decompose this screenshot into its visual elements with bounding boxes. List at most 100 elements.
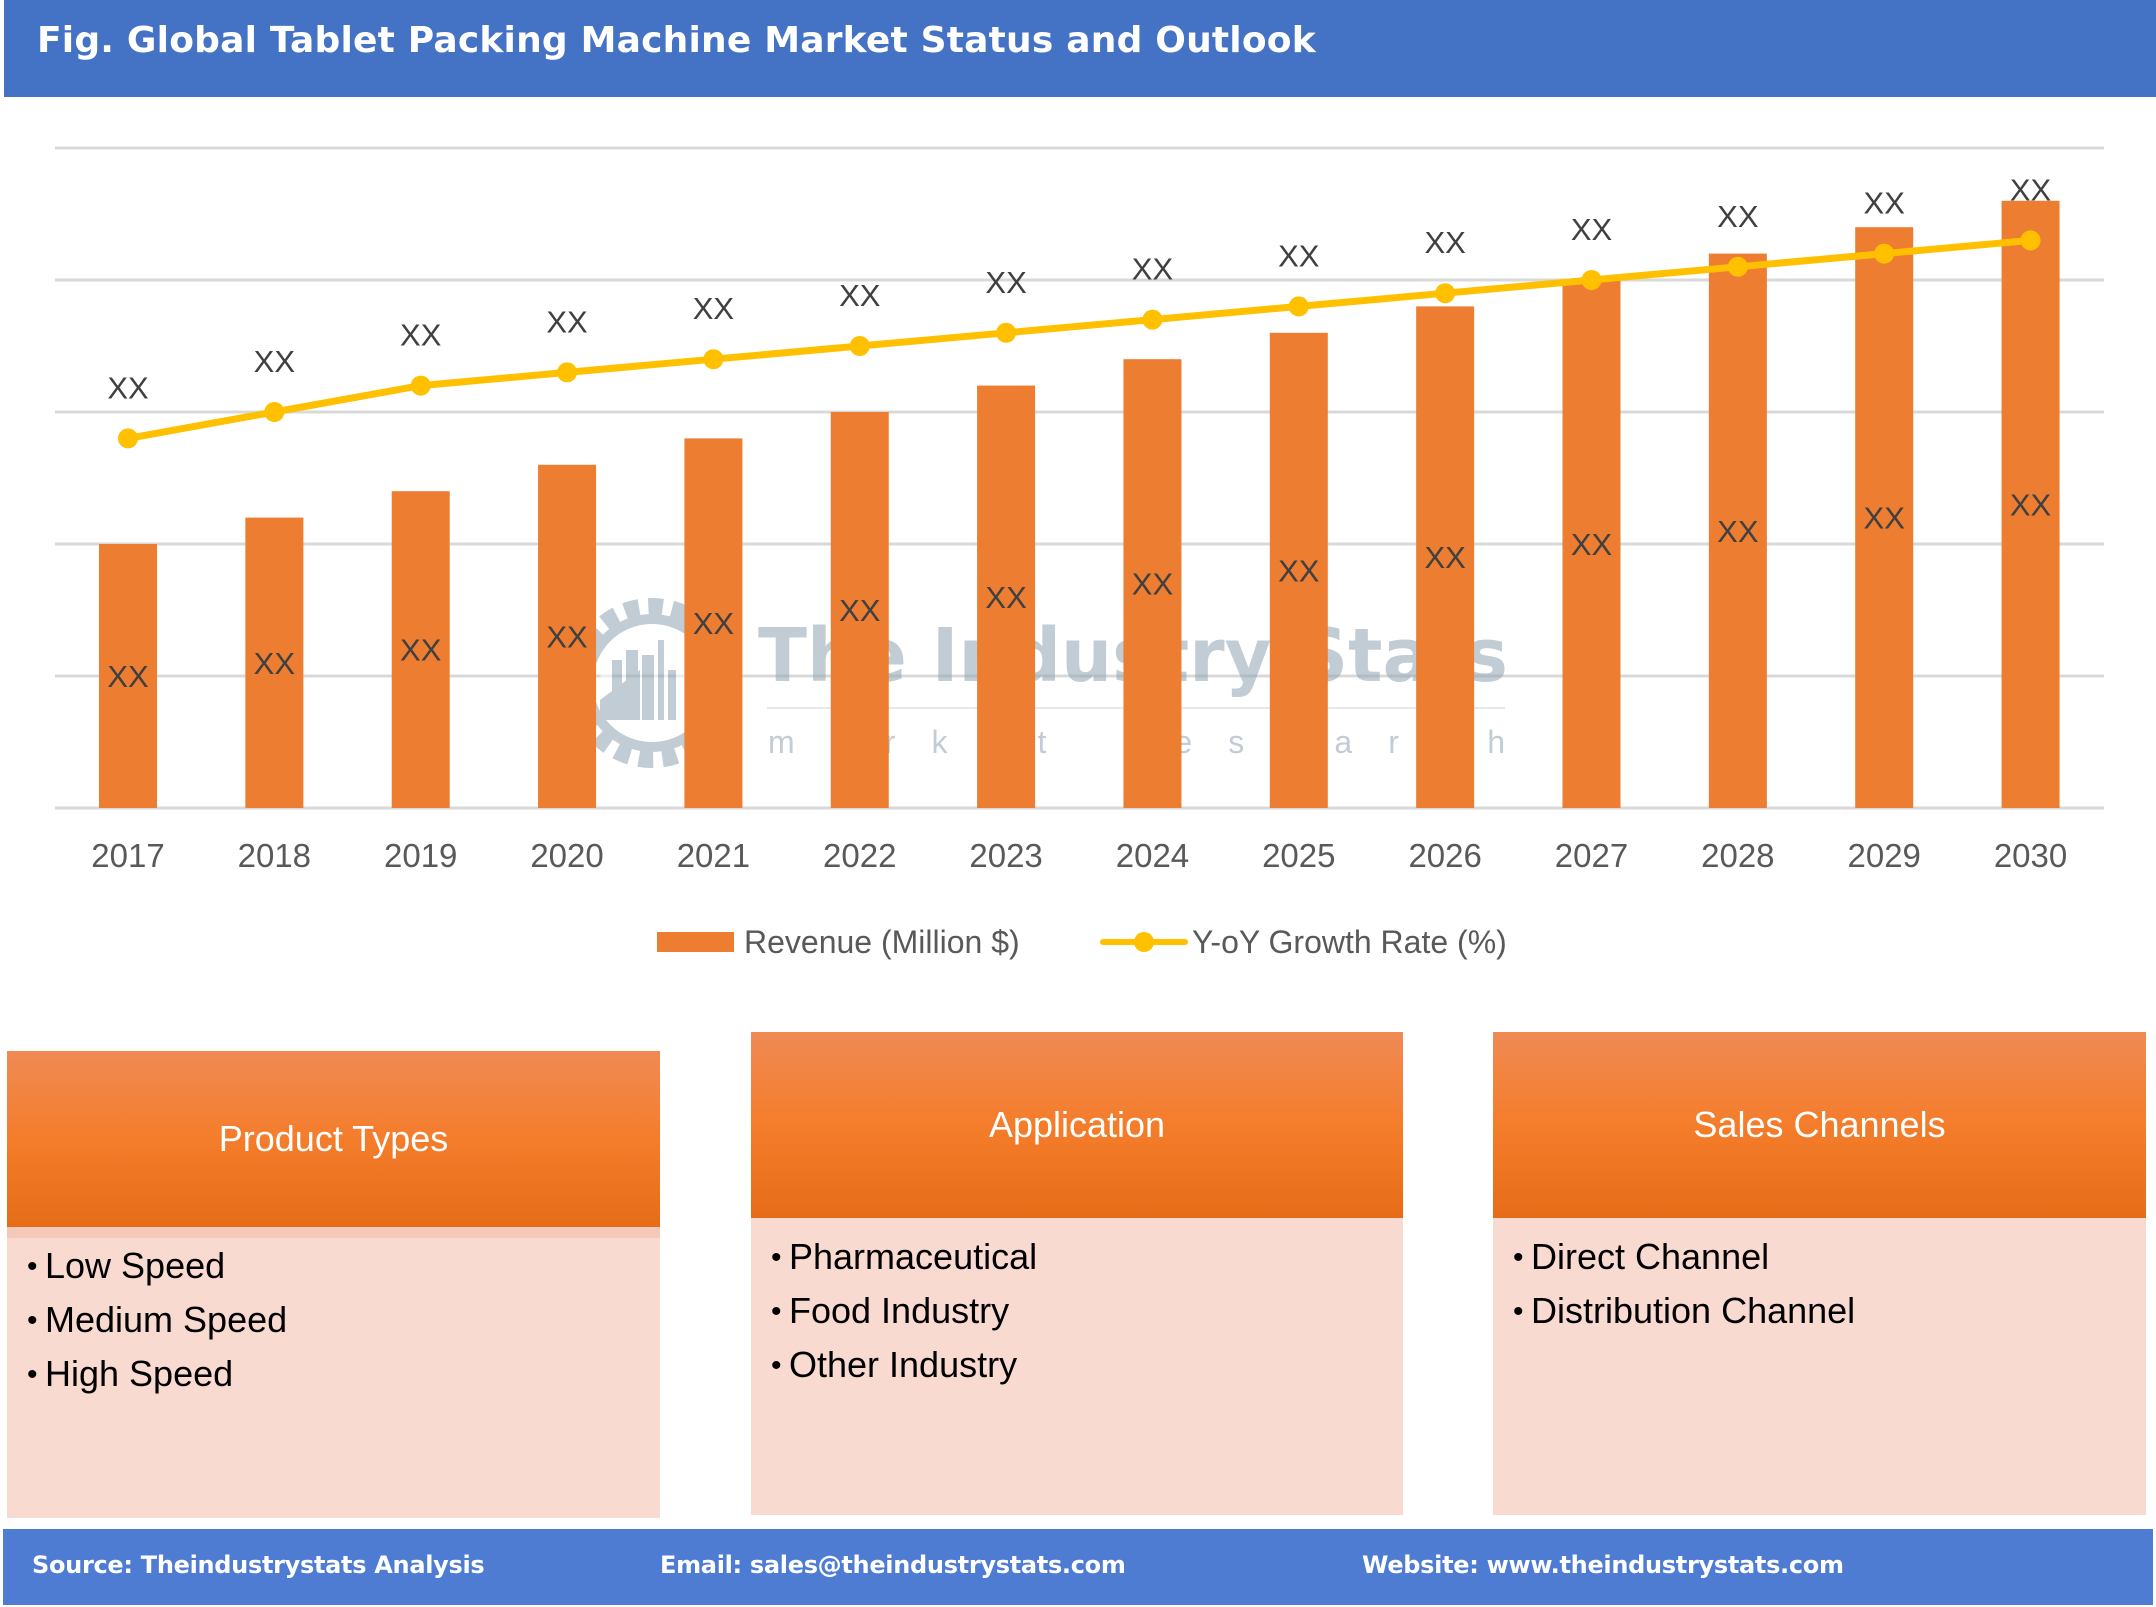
- footer-website-link[interactable]: Website: www.theindustrystats.com: [1362, 1551, 1844, 1579]
- x-tick-label: 2025: [1262, 837, 1335, 874]
- list-item-text: High Speed: [45, 1353, 234, 1394]
- x-axis-labels: 2017 2018 2019 2020 2021 2022 2023 2024 2025 2026…: [91, 837, 2067, 874]
- growth-point-2030: [2020, 230, 2041, 251]
- segment-box-sales-channels: Sales Channels • Direct Channel • Distribu…: [1493, 1032, 2146, 1515]
- bullet-icon: •: [771, 1349, 782, 1382]
- bullet-icon: •: [771, 1241, 782, 1274]
- list-item: • Low Speed: [27, 1239, 287, 1293]
- list-item-text: Other Industry: [789, 1344, 1018, 1385]
- footer-email-link[interactable]: Email: sales@theindustrystats.com: [660, 1551, 1126, 1579]
- bar-data-label: XX: [985, 580, 1027, 615]
- x-tick-label: 2028: [1701, 837, 1774, 874]
- segment-header: Sales Channels: [1493, 1032, 2146, 1218]
- growth-point-2027: [1581, 270, 1602, 290]
- x-tick-label: 2020: [530, 837, 603, 874]
- segment-title: Sales Channels: [1693, 1104, 1946, 1145]
- bar-data-label: XX: [1717, 514, 1759, 549]
- list-item: • Distribution Channel: [1513, 1284, 1855, 1338]
- x-tick-label: 2021: [677, 837, 750, 874]
- growth-point-2029: [1874, 243, 1895, 264]
- bullet-icon: •: [27, 1304, 38, 1337]
- line-marker-icon: [1100, 927, 1188, 957]
- segment-divider: [7, 1227, 660, 1238]
- line-data-label: XX: [1424, 225, 1466, 260]
- footer-source: Source: Theindustrystats Analysis: [32, 1551, 485, 1579]
- list-item: • Direct Channel: [1513, 1230, 1855, 1284]
- list-item-text: Low Speed: [45, 1245, 226, 1286]
- list-item-text: Food Industry: [789, 1290, 1010, 1331]
- x-tick-label: 2017: [91, 837, 164, 874]
- revenue-bars: [99, 200, 2060, 809]
- bullet-icon: •: [1513, 1241, 1524, 1274]
- segment-body: • Low Speed • Medium Speed • High Speed: [7, 1227, 660, 1518]
- legend-item-revenue[interactable]: Revenue (Million $): [657, 912, 1020, 972]
- bar-data-label: XX: [693, 606, 735, 641]
- segment-header: Product Types: [7, 1051, 660, 1227]
- x-tick-label: 2029: [1847, 837, 1920, 874]
- bar-data-label: XX: [1132, 567, 1174, 602]
- x-tick-label: 2022: [823, 837, 896, 874]
- x-tick-label: 2024: [1116, 837, 1189, 874]
- list-item: • Medium Speed: [27, 1293, 287, 1347]
- list-item-text: Distribution Channel: [1531, 1290, 1856, 1331]
- x-tick-label: 2023: [969, 837, 1042, 874]
- legend-label-growth: Y-oY Growth Rate (%): [1192, 923, 1507, 960]
- bullet-icon: •: [27, 1250, 38, 1283]
- growth-point-2028: [1727, 256, 1748, 277]
- list-item-text: Direct Channel: [1531, 1236, 1770, 1277]
- chart-legend: Revenue (Million $) Y-oY Growth Rate (%): [0, 912, 2156, 972]
- bullet-icon: •: [771, 1295, 782, 1328]
- segment-list: • Pharmaceutical • Food Industry • Other In…: [771, 1230, 1037, 1392]
- footer-bar: Source: Theindustrystats Analysis Email:…: [3, 1529, 2153, 1605]
- line-data-label: XX: [1717, 199, 1759, 234]
- bullet-icon: •: [27, 1358, 38, 1391]
- line-data-label: XX: [1278, 238, 1320, 273]
- growth-point-2020: [557, 362, 578, 383]
- list-item: • Pharmaceutical: [771, 1230, 1037, 1284]
- bar-data-label: XX: [546, 619, 588, 654]
- bar-data-label: XX: [400, 633, 442, 668]
- line-data-label: XX: [1132, 252, 1174, 287]
- growth-point-2023: [996, 322, 1017, 343]
- x-tick-label: 2027: [1555, 837, 1628, 874]
- list-item: • Food Industry: [771, 1284, 1037, 1338]
- growth-point-2022: [849, 336, 870, 356]
- growth-point-2017: [118, 428, 138, 449]
- bar-swatch-icon: [657, 932, 734, 952]
- line-data-label: XX: [2010, 172, 2052, 207]
- list-item-text: Pharmaceutical: [789, 1236, 1038, 1277]
- bar-data-label: XX: [2010, 487, 2052, 522]
- growth-point-2019: [410, 375, 431, 396]
- bar-data-label: XX: [254, 646, 296, 681]
- line-data-label: XX: [1864, 186, 1906, 221]
- bar-data-label: XX: [1571, 527, 1613, 562]
- segment-box-product-types: Product Types • Low Speed • Medium Speed •…: [7, 1051, 660, 1518]
- line-data-label: XX: [1571, 212, 1613, 247]
- segment-title: Product Types: [218, 1118, 449, 1159]
- bar-data-label: XX: [1864, 501, 1906, 536]
- line-data-label: XX: [985, 265, 1027, 300]
- line-data-label: XX: [400, 318, 442, 353]
- bullet-icon: •: [1513, 1295, 1524, 1328]
- segment-list: • Low Speed • Medium Speed • High Speed: [27, 1239, 287, 1401]
- x-tick-label: 2019: [384, 837, 457, 874]
- segment-box-application: Application • Pharmaceutical • Food Indust…: [751, 1032, 1403, 1515]
- segment-body: • Direct Channel • Distribution Channel: [1493, 1218, 2146, 1515]
- legend-item-growth[interactable]: Y-oY Growth Rate (%): [1100, 912, 1507, 972]
- x-tick-label: 2018: [238, 837, 311, 874]
- bar-data-label: XX: [1424, 540, 1466, 575]
- growth-point-2025: [1288, 296, 1309, 317]
- bar-data-label: XX: [1278, 553, 1320, 588]
- segment-body: • Pharmaceutical • Food Industry • Other In…: [751, 1218, 1403, 1515]
- growth-point-2026: [1435, 283, 1456, 304]
- line-data-label: XX: [254, 344, 296, 379]
- bar-data-label: XX: [107, 659, 149, 694]
- segment-header: Application: [751, 1032, 1403, 1218]
- title-bar: Fig. Global Tablet Packing Machine Marke…: [4, 0, 2156, 97]
- x-tick-label: 2026: [1408, 837, 1481, 874]
- list-item-text: Medium Speed: [45, 1299, 288, 1340]
- segment-title: Application: [988, 1104, 1166, 1145]
- market-chart: The Industry Stats market research XXXXX…: [55, 146, 2104, 874]
- growth-point-2021: [703, 349, 724, 370]
- line-data-label: XX: [107, 370, 149, 405]
